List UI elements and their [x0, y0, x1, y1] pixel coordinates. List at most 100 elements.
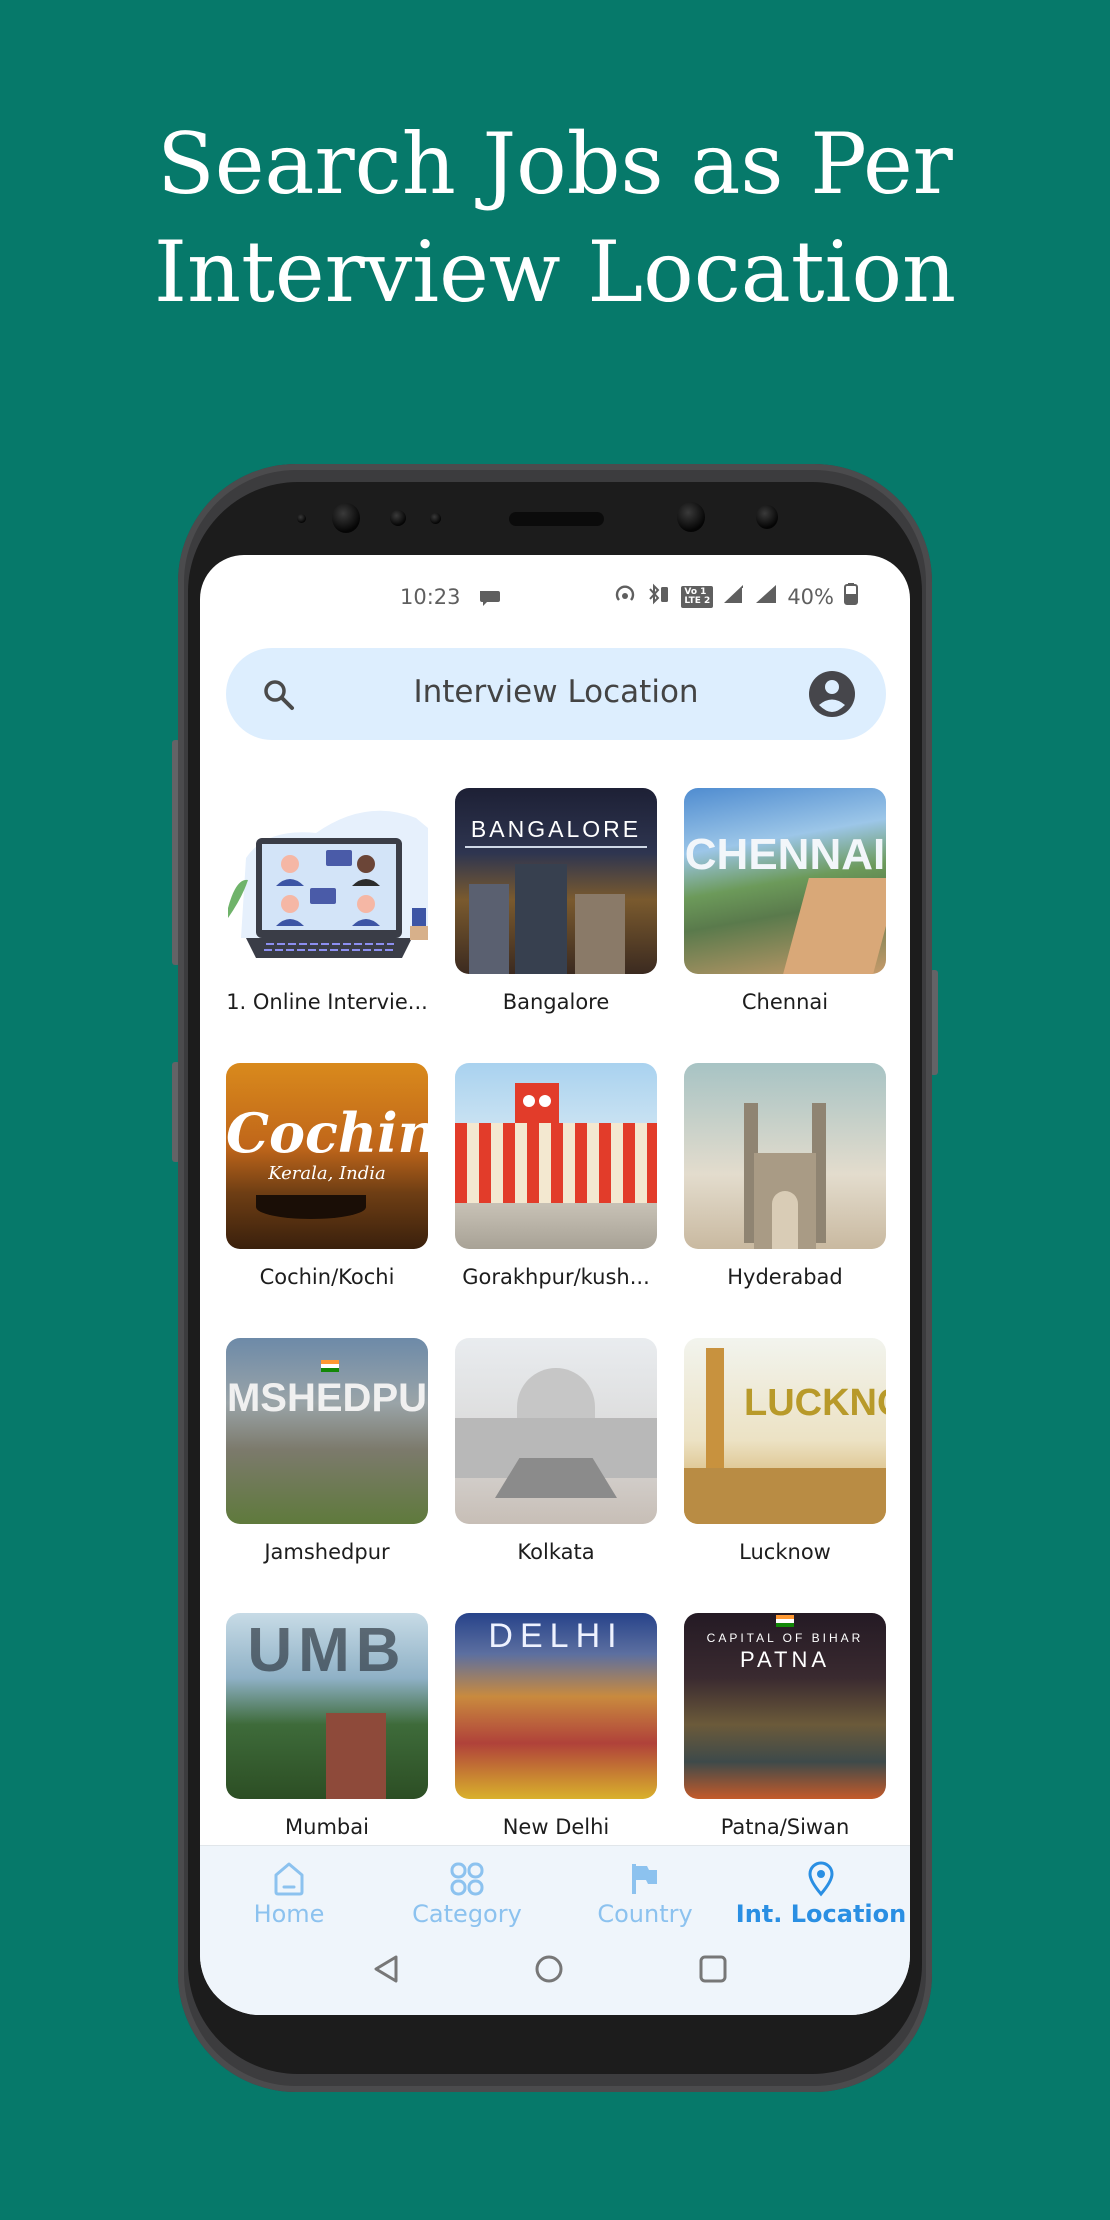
location-tile-cochin[interactable]: Cochin Kerala, India Cochin/Kochi — [226, 1063, 428, 1289]
volte-icon: Vo 1 LTE 2 — [681, 585, 714, 608]
location-tile-online-interview[interactable]: 1. Online Intervie... — [226, 788, 428, 1014]
flag-icon — [556, 1860, 734, 1898]
battery-icon — [844, 583, 858, 610]
nav-label-int-location: Int. Location — [735, 1900, 907, 1928]
india-flag-icon — [321, 1360, 339, 1372]
proximity-sensor-icon — [297, 514, 306, 523]
location-label: Lucknow — [739, 1540, 831, 1564]
promo-heading-line-2: Interview Location — [153, 223, 957, 321]
mumbai-photo: UMB — [226, 1613, 428, 1799]
back-icon[interactable] — [372, 1954, 400, 1988]
location-label: Patna/Siwan — [720, 1815, 850, 1839]
photo-overlay-text: MSHEDPU — [226, 1376, 428, 1420]
arch-shape — [772, 1191, 798, 1249]
lucknow-photo: LUCKNO — [684, 1338, 886, 1524]
location-tile-hyderabad[interactable]: Hyderabad — [684, 1063, 886, 1289]
chennai-photo: CHENNAI — [684, 788, 886, 974]
search-bar[interactable]: Interview Location — [226, 648, 886, 740]
clock-shape — [523, 1095, 535, 1107]
location-tile-bangalore[interactable]: BANGALORE Bangalore — [455, 788, 657, 1014]
location-label: Cochin/Kochi — [259, 1265, 395, 1289]
nav-item-country[interactable]: Country — [556, 1860, 734, 1928]
location-pin-icon — [732, 1860, 910, 1898]
location-label: Kolkata — [517, 1540, 595, 1564]
hotspot-icon — [613, 583, 637, 610]
kolkata-photo — [455, 1338, 657, 1524]
promo-heading-line-1: Search Jobs as Per — [157, 115, 953, 213]
account-icon[interactable] — [808, 670, 856, 722]
beach-shape — [783, 878, 886, 974]
hyderabad-photo — [684, 1063, 886, 1249]
location-tile-mumbai[interactable]: UMB Mumbai — [226, 1613, 428, 1839]
location-label: New Delhi — [502, 1815, 610, 1839]
delhi-photo: DELHI — [455, 1613, 657, 1799]
front-camera-icon — [677, 502, 705, 532]
status-bar: 10:23 Vo 1 LTE 2 40% — [200, 555, 910, 643]
station-building-shape — [455, 1123, 657, 1203]
category-icon — [378, 1860, 556, 1898]
location-label: Chennai — [741, 990, 829, 1014]
location-label: Mumbai — [285, 1815, 369, 1839]
iris-camera-icon — [332, 503, 360, 533]
nav-item-home[interactable]: Home — [200, 1860, 378, 1928]
photo-overlay-subtext: Kerala, India — [268, 1163, 386, 1184]
gorakhpur-photo — [455, 1063, 657, 1249]
location-tile-new-delhi[interactable]: DELHI New Delhi — [455, 1613, 657, 1839]
photo-overlay-text: LUCKNO — [744, 1382, 886, 1424]
nav-item-int-location[interactable]: Int. Location — [732, 1860, 910, 1928]
overlay-underline — [465, 846, 647, 848]
boat-shape — [256, 1195, 366, 1219]
location-tile-patna[interactable]: CAPITAL OF BIHAR PATNA Patna/Siwan — [684, 1613, 886, 1839]
online-interview-illustration — [226, 788, 428, 974]
clock-shape — [539, 1095, 551, 1107]
patna-photo: CAPITAL OF BIHAR PATNA — [684, 1613, 886, 1799]
home-icon — [200, 1860, 378, 1898]
photo-overlay-text: Cochin — [226, 1101, 428, 1165]
india-flag-icon — [776, 1615, 794, 1627]
battery-percent: 40% — [787, 584, 834, 609]
location-label: 1. Online Intervie... — [226, 990, 428, 1014]
status-icons: Vo 1 LTE 2 40% — [613, 583, 858, 610]
location-label: Gorakhpur/kush... — [462, 1265, 650, 1289]
sensor-icon — [390, 510, 406, 526]
front-camera-2-icon — [756, 505, 778, 529]
signal-2-icon — [755, 584, 777, 609]
city-shape — [684, 1468, 886, 1524]
building-shape — [326, 1713, 386, 1799]
bluetooth-icon — [647, 583, 671, 610]
signal-1-icon — [723, 584, 745, 609]
phone-screen: 10:23 Vo 1 LTE 2 40% Interview Location … — [200, 555, 910, 2015]
location-tile-lucknow[interactable]: LUCKNO Lucknow — [684, 1338, 886, 1564]
photo-overlay-text: UMB — [247, 1616, 407, 1685]
location-label: Hyderabad — [727, 1265, 843, 1289]
home-circle-icon[interactable] — [534, 1954, 564, 1988]
earpiece-speaker — [509, 512, 604, 526]
sensor-small-icon — [430, 513, 441, 524]
search-bar-title: Interview Location — [413, 674, 699, 710]
building-shape — [575, 894, 625, 974]
promo-heading: Search Jobs as Per Interview Location — [0, 110, 1110, 326]
location-label: Bangalore — [502, 990, 610, 1014]
message-icon — [478, 589, 502, 614]
location-label: Jamshedpur — [264, 1540, 390, 1564]
nav-label-country: Country — [597, 1900, 693, 1928]
location-tile-gorakhpur[interactable]: Gorakhpur/kush... — [455, 1063, 657, 1289]
jamshedpur-photo: MSHEDPU — [226, 1338, 428, 1524]
nav-label-home: Home — [253, 1900, 325, 1928]
photo-overlay-text: PATNA — [739, 1647, 831, 1672]
bangalore-photo: BANGALORE — [455, 788, 657, 974]
photo-overlay-text: CHENNAI — [684, 830, 886, 879]
location-tile-kolkata[interactable]: Kolkata — [455, 1338, 657, 1564]
photo-overlay-text: BANGALORE — [470, 816, 642, 842]
location-tile-jamshedpur[interactable]: MSHEDPU Jamshedpur — [226, 1338, 428, 1564]
location-tile-chennai[interactable]: CHENNAI Chennai — [684, 788, 886, 1014]
bottom-navigation: Home Category Country Int. Location — [200, 1845, 910, 2015]
nav-item-category[interactable]: Category — [378, 1860, 556, 1928]
cochin-photo: Cochin Kerala, India — [226, 1063, 428, 1249]
building-shape — [515, 864, 567, 974]
building-shape — [469, 884, 509, 974]
volte-badge-bottom: LTE 2 — [684, 595, 711, 606]
recents-icon[interactable] — [698, 1954, 728, 1988]
photo-overlay-text: DELHI — [488, 1617, 624, 1655]
system-navigation-bar — [200, 1954, 910, 1994]
